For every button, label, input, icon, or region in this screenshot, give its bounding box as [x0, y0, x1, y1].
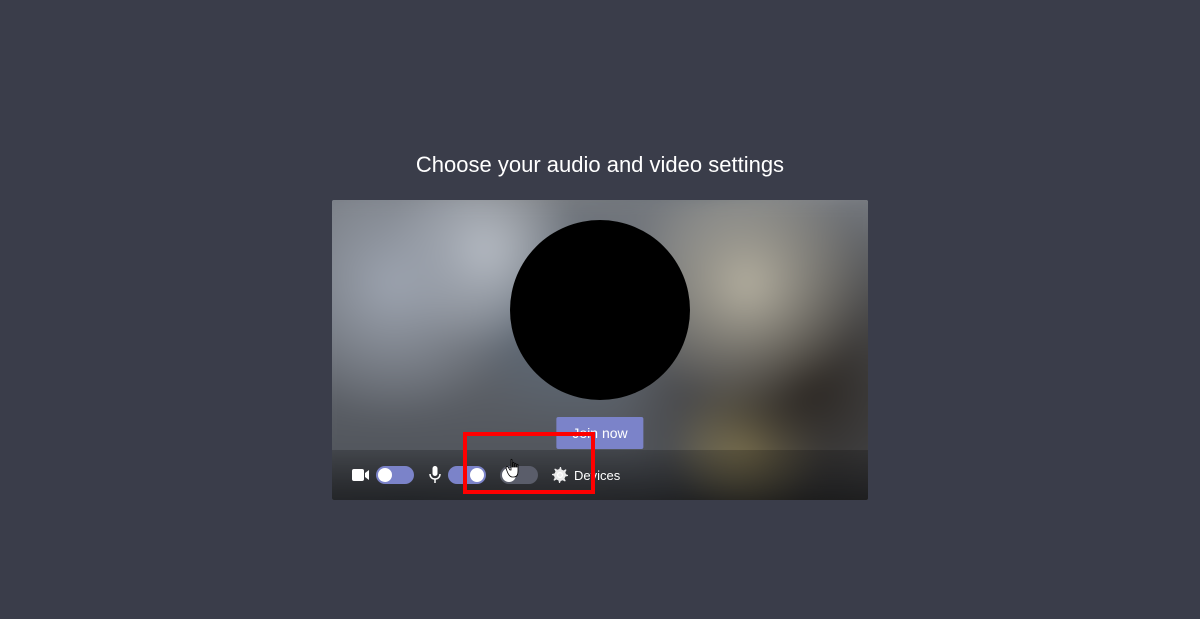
page-title: Choose your audio and video settings: [416, 152, 784, 178]
preview-face-redaction: [510, 220, 690, 400]
camera-icon: [352, 468, 370, 482]
camera-toggle[interactable]: [376, 466, 414, 484]
background-effects-control: [500, 466, 538, 484]
devices-label: Devices: [574, 468, 620, 483]
toggle-thumb: [378, 468, 392, 482]
video-preview: Join now: [332, 200, 868, 500]
devices-control[interactable]: Devices: [552, 467, 620, 483]
background-effects-toggle[interactable]: [500, 466, 538, 484]
join-now-button[interactable]: Join now: [556, 417, 643, 449]
microphone-icon: [428, 466, 442, 484]
microphone-toggle[interactable]: [448, 466, 486, 484]
camera-control: [352, 466, 414, 484]
controls-bar: Devices: [332, 450, 868, 500]
toggle-thumb: [470, 468, 484, 482]
gear-icon: [552, 467, 568, 483]
toggle-thumb: [502, 468, 516, 482]
microphone-control: [428, 466, 486, 484]
